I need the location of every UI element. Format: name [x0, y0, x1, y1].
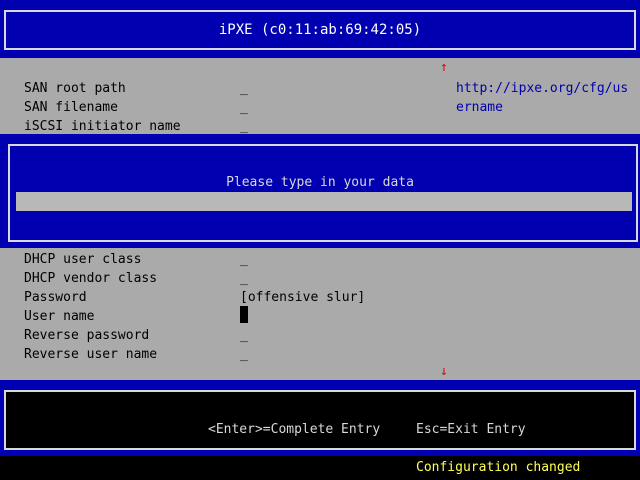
enter-key-hint[interactable]: <Enter>=Complete Entry — [208, 420, 380, 439]
help-url-line-1: http://ipxe.org/cfg/us — [456, 81, 629, 96]
data-entry-input[interactable] — [16, 192, 632, 211]
setting-label[interactable]: DHCP user class — [24, 250, 141, 269]
setting-label[interactable]: DHCP vendor class — [24, 269, 157, 288]
input-dialog-prompt: Please type in your data — [226, 175, 414, 190]
setting-value[interactable]: _ — [240, 345, 248, 364]
setting-value[interactable]: _ — [240, 269, 248, 288]
status-message: Configuration changed — [416, 460, 581, 475]
setting-label[interactable]: Password — [24, 288, 87, 307]
help-url-line-2: ername — [456, 100, 503, 115]
setting-value[interactable]: _ — [240, 250, 248, 269]
setting-label[interactable]: Reverse password — [24, 326, 149, 345]
setting-label[interactable]: SAN filename — [24, 98, 118, 117]
scroll-down-icon[interactable]: ↓ — [440, 364, 448, 380]
scroll-up-icon[interactable]: ↑ — [440, 60, 448, 76]
window-title: iPXE (c0:11:ab:69:42:05) — [218, 22, 422, 38]
setting-value[interactable]: [offensive slur] — [240, 288, 365, 307]
esc-key-hint[interactable]: Esc=Exit Entry — [416, 420, 526, 439]
help-url: http://ipxe.org/cfg/us ername — [456, 79, 628, 117]
setting-label[interactable]: SAN root path — [24, 79, 126, 98]
setting-value[interactable]: _ — [240, 79, 248, 98]
setting-value[interactable]: _ — [240, 326, 248, 345]
setting-label[interactable]: User name — [24, 307, 94, 326]
setting-label[interactable]: Reverse user name — [24, 345, 157, 364]
setting-value[interactable]: _ — [240, 98, 248, 117]
text-cursor — [240, 306, 248, 323]
